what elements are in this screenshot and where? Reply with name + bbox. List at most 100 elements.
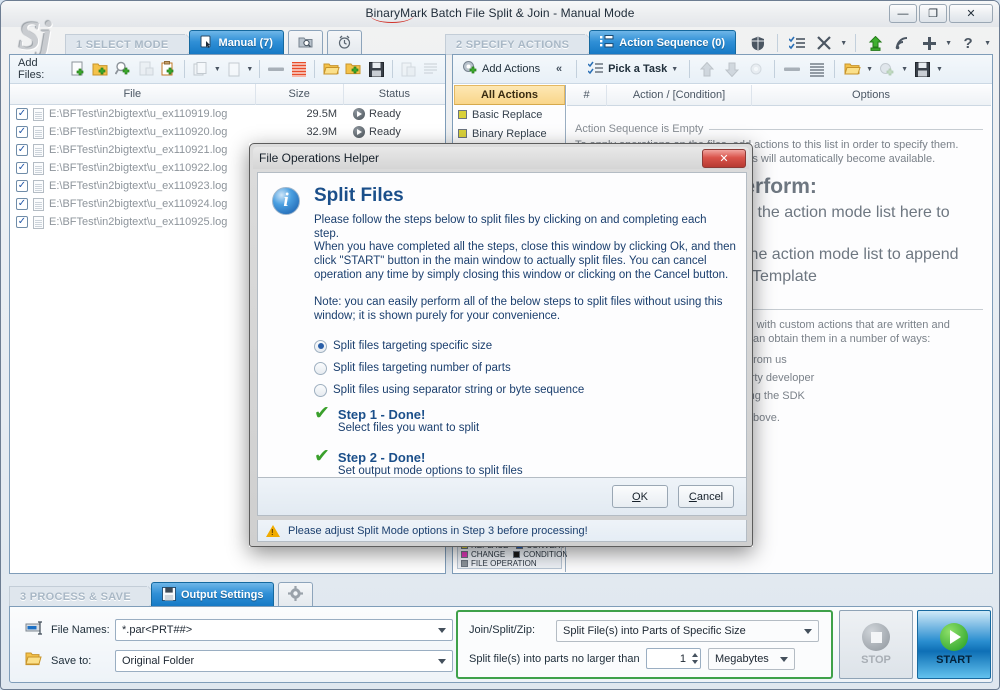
row-checkbox[interactable]: [16, 162, 28, 174]
gear-icon: [288, 586, 304, 604]
remove-action-icon[interactable]: [781, 58, 803, 80]
tab-output-settings[interactable]: Output Settings: [150, 582, 275, 614]
copy-list-caret-icon[interactable]: ▼: [214, 66, 221, 73]
table-row[interactable]: E:\BFTest\in2bigtext\u_ex110920.log 32.9M…: [10, 123, 445, 141]
folder-icon: [24, 651, 44, 671]
import-sequence-caret-icon[interactable]: ▼: [901, 66, 908, 73]
row-checkbox[interactable]: [16, 216, 28, 228]
list-item[interactable]: Basic Replace: [454, 105, 565, 124]
add-actions-button[interactable]: Add Actions: [457, 58, 545, 80]
join-split-dropdown-icon[interactable]: [804, 629, 812, 634]
stop-button[interactable]: STOP: [839, 610, 913, 679]
column-number[interactable]: #: [567, 84, 607, 106]
file-icon: [33, 161, 44, 175]
split-units-dropdown-icon[interactable]: [780, 657, 788, 662]
stepper-up-icon[interactable]: [692, 653, 698, 657]
file-path: E:\BFTest\in2bigtext\u_ex110923.log: [49, 180, 228, 192]
column-size[interactable]: Size: [256, 83, 344, 105]
open-list-icon[interactable]: [321, 58, 341, 80]
split-units-select[interactable]: Megabytes: [708, 648, 795, 670]
add-files-label: Add Files:: [18, 57, 45, 81]
ok-button[interactable]: OK: [612, 485, 668, 508]
column-file[interactable]: File: [10, 83, 256, 105]
table-row[interactable]: E:\BFTest\in2bigtext\u_ex110919.log 29.5M…: [10, 105, 445, 123]
legend-label: CONDITION: [523, 550, 569, 559]
save-to-dropdown-icon[interactable]: [438, 659, 446, 664]
help-icon[interactable]: ?: [957, 32, 979, 54]
row-checkbox[interactable]: [16, 108, 28, 120]
shield-icon[interactable]: [747, 32, 769, 54]
row-checkbox[interactable]: [16, 198, 28, 210]
add-file-icon[interactable]: [69, 58, 89, 80]
find-files-icon[interactable]: [114, 58, 134, 80]
stepper-down-icon[interactable]: [692, 660, 698, 664]
file-size: 32.9M: [306, 126, 338, 138]
tab-scheduler[interactable]: [326, 30, 362, 55]
file-size: 29.5M: [306, 108, 338, 120]
import-sequence-icon[interactable]: [876, 58, 898, 80]
row-checkbox[interactable]: [16, 144, 28, 156]
start-button[interactable]: START: [917, 610, 991, 679]
step-1-row[interactable]: ✔ Step 1 - Done! Select files you want t…: [314, 404, 479, 434]
file-icon: [33, 125, 44, 139]
save-to-input[interactable]: Original Folder: [115, 650, 453, 672]
tools-caret-icon[interactable]: ▼: [840, 40, 847, 47]
list-item[interactable]: Binary Replace: [454, 124, 565, 143]
open-sequence-caret-icon[interactable]: ▼: [866, 66, 873, 73]
clear-list-icon[interactable]: [289, 58, 309, 80]
copy-list-dropdown-icon[interactable]: [191, 58, 211, 80]
upload-icon[interactable]: [864, 32, 886, 54]
application-window: BinaryMark Batch File Split & Join - Man…: [0, 0, 1000, 690]
select-mode-tabs: 1 SELECT MODE Manual (7): [65, 29, 362, 62]
close-button[interactable]: ✕: [949, 4, 993, 23]
save-list-icon[interactable]: [366, 58, 386, 80]
dialog-close-button[interactable]: ✕: [702, 149, 746, 168]
checklist-icon[interactable]: [786, 32, 808, 54]
tab-action-sequence[interactable]: Action Sequence (0): [589, 30, 737, 62]
join-split-select[interactable]: Split File(s) into Parts of Specific Siz…: [556, 620, 819, 642]
save-sequence-icon[interactable]: [911, 58, 933, 80]
add-folder-icon[interactable]: [91, 58, 111, 80]
move-down-icon[interactable]: [721, 58, 743, 80]
feed-icon[interactable]: [891, 32, 913, 54]
pick-a-task-button[interactable]: Pick a Task ▼: [583, 58, 683, 80]
save-sequence-caret-icon[interactable]: ▼: [936, 66, 943, 73]
paste-list-icon[interactable]: [159, 58, 179, 80]
plus-caret-icon[interactable]: ▼: [945, 40, 952, 47]
row-checkbox[interactable]: [16, 126, 28, 138]
column-options[interactable]: Options: [752, 85, 990, 106]
file-names-dropdown-icon[interactable]: [438, 628, 446, 633]
radio-separator[interactable]: Split files using separator string or by…: [314, 381, 584, 399]
open-sequence-icon[interactable]: [841, 58, 863, 80]
join-split-label: Join/Split/Zip:: [469, 624, 536, 636]
step-3-label: 3 PROCESS & SAVE: [9, 586, 159, 608]
warning-icon: [266, 524, 280, 537]
column-status[interactable]: Status: [344, 84, 445, 105]
all-actions-items[interactable]: Basic Replace Binary Replace: [454, 105, 565, 143]
file-names-row: File Names:: [24, 620, 123, 639]
tab-folder-watch[interactable]: [287, 30, 323, 55]
file-names-input[interactable]: *.par<PRT##>: [115, 619, 453, 641]
remove-icon[interactable]: [266, 58, 286, 80]
cancel-button[interactable]: Cancel: [678, 485, 734, 508]
plus-icon[interactable]: [918, 32, 940, 54]
minimize-button[interactable]: —: [889, 4, 917, 23]
radio-number-of-parts[interactable]: Split files targeting number of parts: [314, 359, 584, 377]
tab-advanced-settings[interactable]: [278, 582, 314, 607]
radio-target-size[interactable]: Split files targeting specific size: [314, 337, 584, 355]
file-list-caret-icon[interactable]: ▼: [246, 66, 253, 73]
collapse-actions-button[interactable]: «: [548, 58, 570, 80]
step-2-row[interactable]: ✔ Step 2 - Done! Set output mode options…: [314, 447, 523, 477]
help-caret-icon[interactable]: ▼: [984, 40, 991, 47]
tools-icon[interactable]: [813, 32, 835, 54]
tab-manual[interactable]: Manual (7): [188, 30, 284, 62]
file-list-dropdown-icon[interactable]: [224, 58, 244, 80]
maximize-button[interactable]: ❐: [919, 4, 947, 23]
split-size-stepper[interactable]: 1: [646, 648, 701, 669]
refresh-list-icon[interactable]: [344, 58, 364, 80]
column-action[interactable]: Action / [Condition]: [607, 84, 752, 106]
clear-actions-icon[interactable]: [806, 58, 828, 80]
process-save-tabs: 3 PROCESS & SAVE Output Settings: [9, 581, 314, 614]
move-up-icon[interactable]: [696, 58, 718, 80]
row-checkbox[interactable]: [16, 180, 28, 192]
